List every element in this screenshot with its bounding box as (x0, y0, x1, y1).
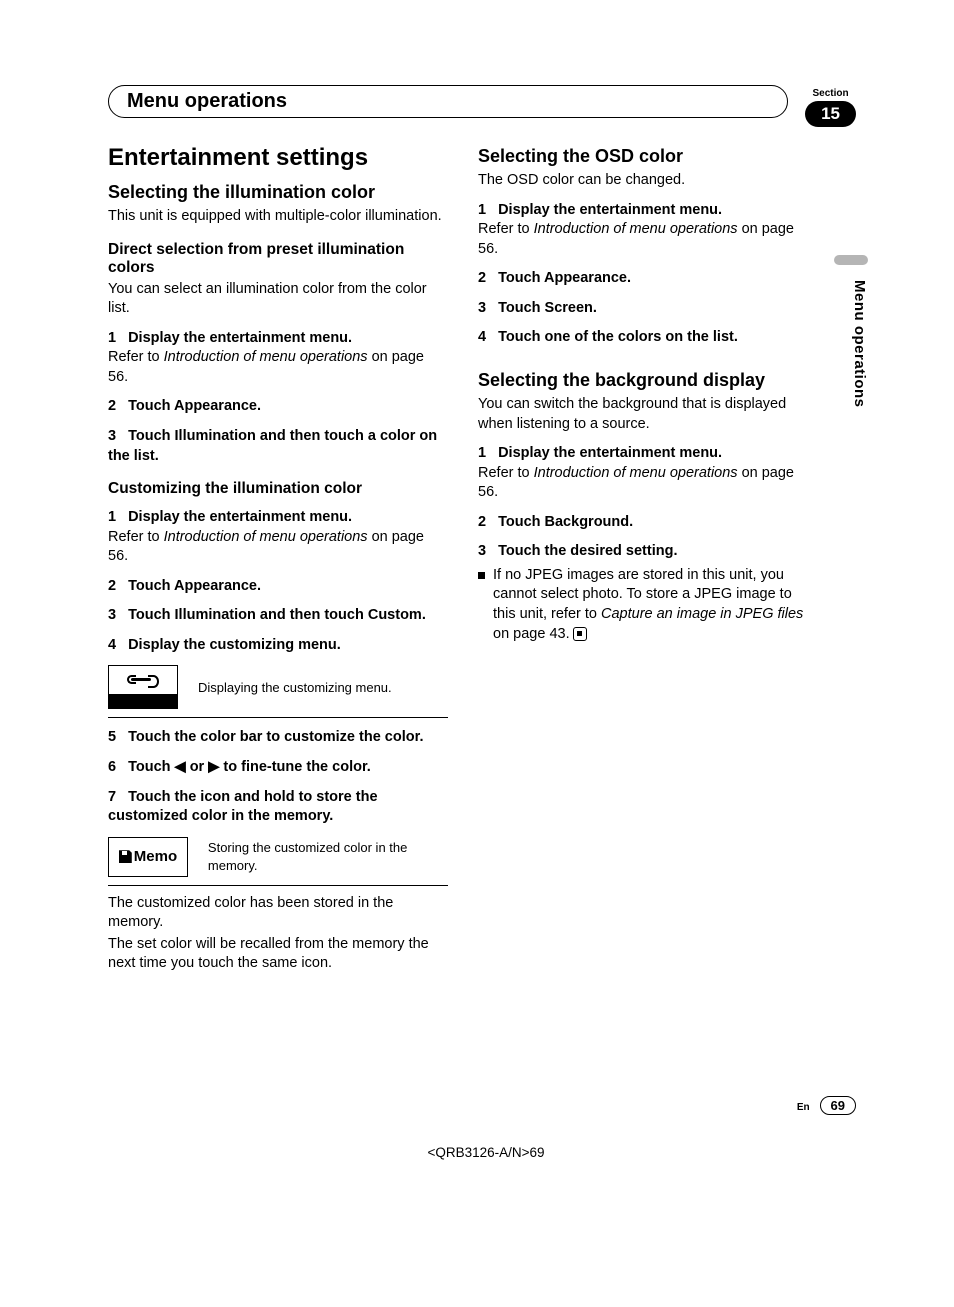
entertainment-heading: Entertainment settings (108, 144, 448, 172)
footer-page: 69 (820, 1096, 856, 1115)
bg-step-1: 1Display the entertainment menu. (478, 444, 818, 464)
memo-caption: Storing the customized color in the memo… (208, 839, 448, 874)
direct-step-3: 3Touch Illumination and then touch a col… (108, 427, 448, 466)
osd-step-1: 1Display the entertainment menu. (478, 201, 818, 221)
osd-step-4: 4Touch one of the colors on the list. (478, 328, 818, 348)
bg-intro: You can switch the background that is di… (478, 395, 818, 434)
custom-step-4: 4Display the customizing menu. (108, 636, 448, 656)
direct-intro: You can select an illumination color fro… (108, 280, 448, 319)
section-label: Section (805, 88, 856, 99)
ref-text: Refer to (478, 221, 534, 237)
section-number: 15 (805, 101, 856, 127)
custom-step-6: 6Touch ◀ or ▶ to fine-tune the color. (108, 758, 448, 778)
osd-step-3: 3Touch Screen. (478, 299, 818, 319)
direct-step-1-text: Display the entertainment menu. (128, 330, 352, 346)
custom-step-3: 3Touch Illumination and then touch Custo… (108, 606, 448, 626)
osd-step-4-text: Touch one of the colors on the list. (498, 329, 738, 345)
custom-step-7: 7Touch the icon and hold to store the cu… (108, 788, 448, 827)
custom-step-1: 1Display the entertainment menu. (108, 508, 448, 528)
bg-heading: Selecting the background display (478, 370, 818, 391)
left-column: Entertainment settings Selecting the ill… (108, 144, 448, 976)
bg-note: If no JPEG images are stored in this uni… (478, 566, 818, 644)
section-badge: Section 15 (805, 88, 856, 127)
memo-icon-box: Memo (108, 837, 188, 877)
memo-label: Memo (134, 848, 177, 865)
custom-step-5: 5Touch the color bar to customize the co… (108, 728, 448, 748)
ref-text: Refer to (108, 529, 164, 545)
osd-step-2: 2Touch Appearance. (478, 269, 818, 289)
custom-step-2: 2Touch Appearance. (108, 577, 448, 597)
wrench-icon-box (108, 665, 178, 709)
osd-step-3-text: Touch Screen. (498, 300, 597, 316)
osd-step-1-text: Display the entertainment menu. (498, 202, 722, 218)
header-title: Menu operations (127, 90, 769, 113)
custom-step-3-text: Touch Illumination and then touch Custom… (128, 607, 426, 623)
footer: En 69 (108, 1096, 864, 1115)
bg-step-3: 3Touch the desired setting. (478, 542, 818, 562)
osd-step-1-ref: Refer to Introduction of menu operations… (478, 220, 818, 259)
bg-step-3-text: Touch the desired setting. (498, 543, 677, 559)
osd-step-2-text: Touch Appearance. (498, 270, 631, 286)
note-i: Capture an image in JPEG files (601, 606, 803, 622)
bullet-icon (478, 572, 485, 579)
custom-step-6-text: Touch ◀ or ▶ to fine-tune the color. (128, 759, 371, 775)
ref-italic: Introduction of menu operations (164, 529, 368, 545)
footer-lang: En (797, 1102, 810, 1113)
bg-step-2-text: Touch Background. (498, 514, 633, 530)
direct-step-2-text: Touch Appearance. (128, 398, 261, 414)
custom-step-1-ref: Refer to Introduction of menu operations… (108, 528, 448, 567)
bg-step-1-text: Display the entertainment menu. (498, 445, 722, 461)
direct-heading: Direct selection from preset illuminatio… (108, 241, 448, 277)
custom-step-5-text: Touch the color bar to customize the col… (128, 729, 423, 745)
ref-text: Refer to (108, 349, 164, 365)
wrench-row: Displaying the customizing menu. (108, 665, 448, 718)
osd-heading: Selecting the OSD color (478, 146, 818, 167)
bg-note-text: If no JPEG images are stored in this uni… (493, 566, 818, 644)
custom-after-1: The customized color has been stored in … (108, 894, 448, 933)
custom-step-7-text: Touch the icon and hold to store the cus… (108, 789, 378, 825)
ref-italic: Introduction of menu operations (534, 465, 738, 481)
custom-step-1-text: Display the entertainment menu. (128, 509, 352, 525)
wrench-icon (127, 675, 159, 685)
direct-step-1: 1Display the entertainment menu. (108, 329, 448, 349)
custom-step-4-text: Display the customizing menu. (128, 637, 341, 653)
bg-step-1-ref: Refer to Introduction of menu operations… (478, 464, 818, 503)
wrench-caption: Displaying the customizing menu. (198, 679, 392, 697)
custom-after-2: The set color will be recalled from the … (108, 935, 448, 974)
bg-step-2: 2Touch Background. (478, 513, 818, 533)
ref-italic: Introduction of menu operations (534, 221, 738, 237)
illumination-heading: Selecting the illumination color (108, 182, 448, 203)
ref-text: Refer to (478, 465, 534, 481)
osd-intro: The OSD color can be changed. (478, 171, 818, 191)
right-column: Selecting the OSD color The OSD color ca… (478, 144, 818, 976)
direct-step-2: 2Touch Appearance. (108, 397, 448, 417)
note-b: on page 43. (493, 626, 570, 642)
custom-heading: Customizing the illumination color (108, 480, 448, 498)
side-tab-marker (834, 255, 868, 265)
direct-step-3-text: Touch Illumination and then touch a colo… (108, 428, 437, 464)
illumination-intro: This unit is equipped with multiple-colo… (108, 207, 448, 227)
save-icon (119, 850, 132, 863)
header-bar: Menu operations (108, 85, 788, 118)
side-tab-label: Menu operations (851, 280, 868, 408)
ref-italic: Introduction of menu operations (164, 349, 368, 365)
end-mark-icon (573, 627, 587, 641)
doc-code: <QRB3126-A/N>69 (108, 1145, 864, 1160)
memo-row: Memo Storing the customized color in the… (108, 837, 448, 886)
direct-step-1-ref: Refer to Introduction of menu operations… (108, 348, 448, 387)
custom-step-2-text: Touch Appearance. (128, 578, 261, 594)
